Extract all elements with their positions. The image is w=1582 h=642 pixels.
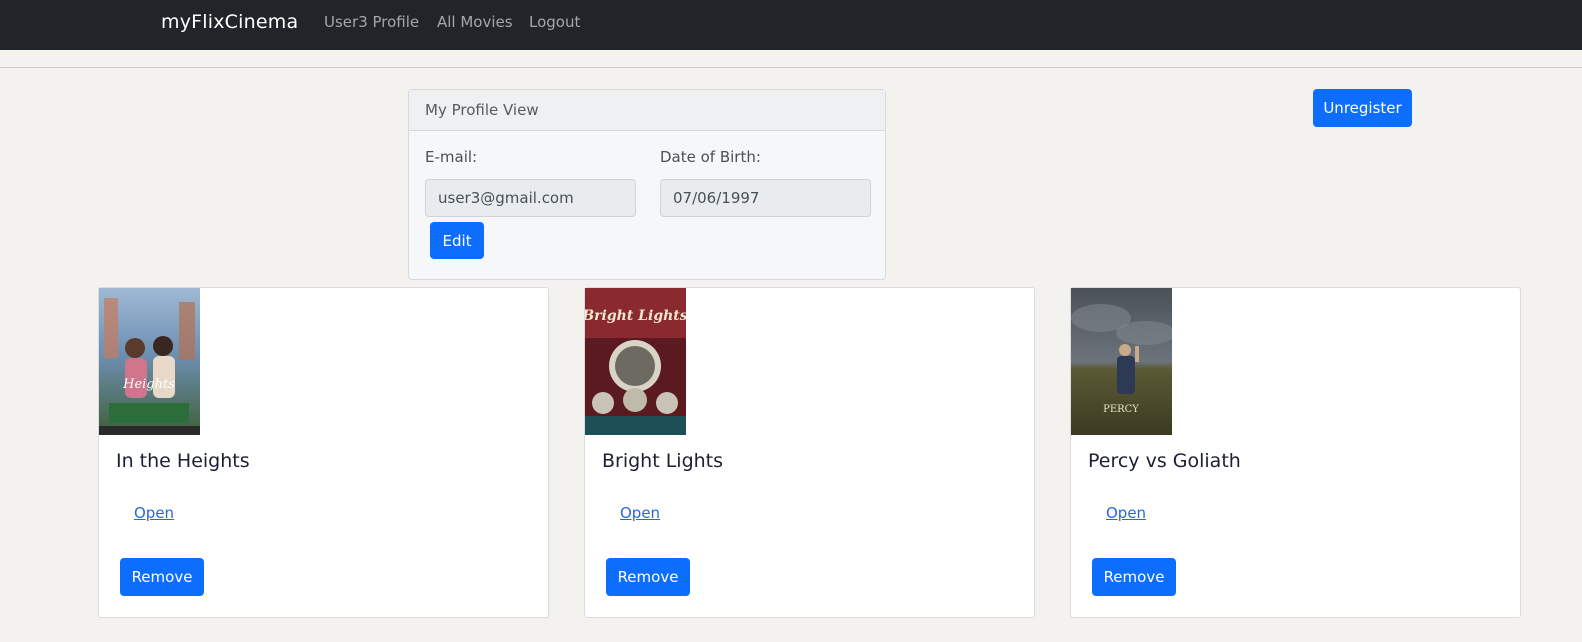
nav-link-all-movies[interactable]: All Movies [437,13,513,31]
dob-label: Date of Birth: [660,148,761,166]
svg-text:PERCY: PERCY [1103,404,1139,415]
dob-field[interactable] [660,179,871,217]
movie-title: Percy vs Goliath [1088,450,1241,472]
movie-card: PERCY Percy vs Goliath Open Remove [1070,287,1521,618]
svg-text:Bright Lights: Bright Lights [585,308,686,324]
profile-card-title: My Profile View [409,90,885,131]
profile-card: My Profile View E-mail: Date of Birth: E… [408,89,886,280]
remove-button[interactable]: Remove [1092,558,1176,596]
divider [0,67,1582,68]
remove-button[interactable]: Remove [606,558,690,596]
movie-title: Bright Lights [602,450,724,472]
nav-link-logout[interactable]: Logout [529,13,580,31]
movie-card: Heights In the Heights Open Remove [98,287,549,618]
unregister-button[interactable]: Unregister [1313,89,1412,127]
email-field[interactable] [425,179,636,217]
movie-poster[interactable]: Bright Lights [585,288,686,435]
movie-card: Bright Lights Bright Lights Open Remove [584,287,1035,618]
svg-text:Heights: Heights [122,377,175,392]
remove-button[interactable]: Remove [120,558,204,596]
nav-link-profile[interactable]: User3 Profile [324,13,419,31]
open-movie-link[interactable]: Open [134,504,174,522]
movie-poster[interactable]: PERCY [1071,288,1172,435]
open-movie-link[interactable]: Open [1106,504,1146,522]
edit-button[interactable]: Edit [430,222,484,259]
movie-title: In the Heights [116,450,250,472]
brand-logo[interactable]: myFlixCinema [161,11,298,33]
email-label: E-mail: [425,148,478,166]
movie-poster[interactable]: Heights [99,288,200,435]
top-navbar: myFlixCinema User3 Profile All Movies Lo… [0,0,1582,50]
open-movie-link[interactable]: Open [620,504,660,522]
